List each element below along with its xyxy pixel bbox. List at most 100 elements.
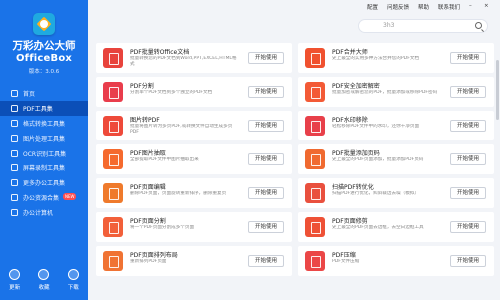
- tool-description: PDF文件压缩: [332, 258, 360, 264]
- start-button[interactable]: 开始使用: [450, 119, 486, 132]
- tool-title: PDF合并大师: [332, 49, 368, 56]
- close-icon[interactable]: ×: [484, 3, 490, 9]
- contact-link[interactable]: 联系我们: [438, 3, 460, 11]
- tool-card[interactable]: PDF批量转Office文档 批量转换您的PDF文档到Word,PPT,EXCEL…: [96, 43, 292, 73]
- start-button[interactable]: 开始使用: [450, 187, 486, 200]
- tool-card[interactable]: PDF批量添加页码 史上最全的PDF页面添加，批量添加PDF页码 开始使用: [298, 144, 494, 175]
- tool-card[interactable]: PDF图片抽取 全部提取PDF文件中图片抽取出来 开始使用: [96, 144, 292, 175]
- app-name: 万彩办公大师: [12, 40, 76, 52]
- tool-card[interactable]: PDF水印移除 轻松移除PDF文件中的水印，还你干净页面 开始使用: [298, 110, 494, 141]
- sidebar-item-calculator[interactable]: 办公计算机: [0, 205, 88, 220]
- feedback-link[interactable]: 问题反馈: [387, 3, 409, 11]
- sidebar-item-label: 图片处理工具集: [23, 135, 66, 143]
- start-button[interactable]: 开始使用: [450, 254, 486, 267]
- tool-grid: PDF批量转Office文档 批量转换您的PDF文档到Word,PPT,EXCEL…: [96, 43, 494, 276]
- tool-card[interactable]: PDF安全加密解密 批量加密或解密您的PDF，批量添加或移除PDF密码 开始使用: [298, 76, 494, 107]
- pdf-tool-icon: [103, 48, 123, 68]
- tool-card[interactable]: PDF页面编辑 删除PDF页面，页面旋转重新排序，删除重复页 开始使用: [96, 178, 292, 208]
- tool-card[interactable]: PDF压缩 PDF文件压缩 开始使用: [298, 245, 494, 276]
- start-button[interactable]: 开始使用: [248, 52, 284, 64]
- tool-card[interactable]: PDF页面修剪 史上最全的PDF页面去边框，去空白边框工具 开始使用: [298, 211, 494, 242]
- sidebar-item-label: OCR识别工具集: [23, 150, 67, 158]
- start-button[interactable]: 开始使用: [450, 52, 486, 64]
- tool-title: PDF批量转Office文档: [130, 49, 190, 56]
- tool-card[interactable]: PDF合并大师 史上最全的实用多种方法合并您的PDF文档 开始使用: [298, 43, 494, 73]
- scrollbar[interactable]: [496, 60, 499, 120]
- search-icon[interactable]: [475, 22, 482, 29]
- top-links: 配置 问题反馈 帮助 联系我们 – ×: [367, 3, 490, 11]
- app-logo-icon: [33, 13, 55, 35]
- start-button[interactable]: 开始使用: [248, 119, 284, 132]
- pdf-tool-icon: [103, 81, 123, 102]
- sidebar-item-label: PDF工具集: [23, 105, 53, 113]
- home-icon: [11, 89, 18, 97]
- tool-title: PDF页面分割: [130, 217, 166, 225]
- update-label: 更新: [9, 285, 21, 291]
- ocr-icon: [11, 149, 18, 157]
- start-button[interactable]: 开始使用: [248, 254, 284, 267]
- sidebar-item-image-tools[interactable]: 图片处理工具集: [0, 131, 88, 146]
- more-icon: [11, 179, 18, 187]
- tool-description: 轻松移除PDF文件中的水印，还你干净页面: [332, 123, 420, 129]
- sidebar-item-more-tools[interactable]: 更多办公工具集: [0, 175, 88, 190]
- sidebar-item-pdf-tools[interactable]: PDF工具集: [0, 100, 88, 116]
- pdf-tool-icon: [103, 115, 123, 136]
- sidebar-item-home[interactable]: 首页: [0, 86, 88, 101]
- sidebar-bottom-bar: 更新 收藏 下载: [0, 264, 88, 300]
- tool-description: 史上最全的实用多种方法合并您的PDF文档: [332, 56, 420, 61]
- sidebar-item-office-resources[interactable]: 办公资源合集 NEW: [0, 190, 88, 205]
- pdf-tool-icon: [305, 81, 325, 102]
- sidebar-item-label: 屏幕录制工具集: [23, 165, 66, 173]
- pdf-tool-icon: [103, 183, 123, 204]
- sidebar-item-label: 办公资源合集: [23, 195, 60, 203]
- download-label: 下载: [67, 285, 79, 291]
- tool-title: PDF页面修剪: [332, 217, 368, 225]
- minimize-icon[interactable]: –: [469, 3, 475, 9]
- start-button[interactable]: 开始使用: [248, 85, 284, 98]
- sidebar-item-screen-record[interactable]: 屏幕录制工具集: [0, 160, 88, 175]
- help-link[interactable]: 帮助: [418, 3, 429, 11]
- tool-card[interactable]: 图片转PDF 批量将图片转为多页PDF,或转换文件自动生成多页PDF 开始使用: [96, 110, 292, 141]
- start-button[interactable]: 开始使用: [248, 153, 284, 166]
- pdf-tool-icon: [305, 250, 325, 271]
- start-button[interactable]: 开始使用: [450, 85, 486, 98]
- tool-description: 删除PDF页面，页面旋转重新排序，删除重复页: [130, 191, 227, 197]
- tool-description: 全部提取PDF文件中图片抽取出来: [130, 157, 199, 163]
- start-button[interactable]: 开始使用: [450, 153, 486, 166]
- download-button[interactable]: 下载: [60, 269, 86, 300]
- search-input[interactable]: 3h3: [358, 19, 488, 33]
- pdf-tool-icon: [305, 216, 325, 237]
- start-button[interactable]: 开始使用: [450, 220, 486, 233]
- tool-title: PDF安全加密解密: [332, 82, 380, 90]
- sidebar-item-label: 办公计算机: [23, 210, 54, 218]
- tool-description: 重新排列PDF页面: [130, 258, 167, 264]
- update-button[interactable]: 更新: [2, 269, 28, 300]
- tool-title: PDF页面排列布局: [130, 251, 178, 259]
- start-button[interactable]: 开始使用: [248, 187, 284, 200]
- favorite-button[interactable]: 收藏: [31, 269, 57, 300]
- settings-link[interactable]: 配置: [367, 3, 378, 11]
- start-button[interactable]: 开始使用: [248, 220, 284, 233]
- pdf-tool-icon: [305, 149, 325, 170]
- tool-title: PDF页面编辑: [130, 184, 166, 192]
- tool-title: PDF图片抽取: [130, 150, 166, 158]
- sidebar-item-format-convert[interactable]: 格式转换工具集: [0, 116, 88, 131]
- update-icon: [9, 269, 21, 280]
- sidebar-item-ocr-tools[interactable]: OCR识别工具集: [0, 146, 88, 161]
- tool-card[interactable]: PDF分割 分割单个PDF文档到多个独立的PDF文档 开始使用: [96, 76, 292, 107]
- tool-title: PDF水印移除: [332, 116, 368, 124]
- tool-description: 史上最全的PDF页面添加，批量添加PDF页码: [332, 157, 424, 163]
- app-name-en: OfficeBox: [15, 53, 73, 64]
- tool-description: 分割单个PDF文档到多个独立的PDF文档: [130, 89, 213, 95]
- sidebar-item-label: 格式转换工具集: [23, 120, 66, 128]
- tool-card[interactable]: PDF页面分割 将一个PDF页面分割成多个页面 开始使用: [96, 211, 292, 242]
- pdf-tool-icon: [103, 149, 123, 170]
- tool-title: PDF分割: [130, 82, 154, 90]
- tool-card[interactable]: PDF页面排列布局 重新排列PDF页面 开始使用: [96, 245, 292, 276]
- tool-card[interactable]: 扫描PDF转优化 扫描PDF进行优化，纠斜裁边去噪（模拟） 开始使用: [298, 178, 494, 208]
- record-icon: [11, 164, 18, 172]
- calculator-icon: [11, 209, 18, 217]
- tool-description: 批量将图片转为多页PDF,或转换文件自动生成多页PDF: [130, 123, 233, 135]
- sidebar-nav: 首页 PDF工具集 格式转换工具集 图片处理工具集 OCR识别工具集 屏幕录制工…: [0, 86, 88, 220]
- tool-description: 将一个PDF页面分割成多个页面: [130, 224, 195, 230]
